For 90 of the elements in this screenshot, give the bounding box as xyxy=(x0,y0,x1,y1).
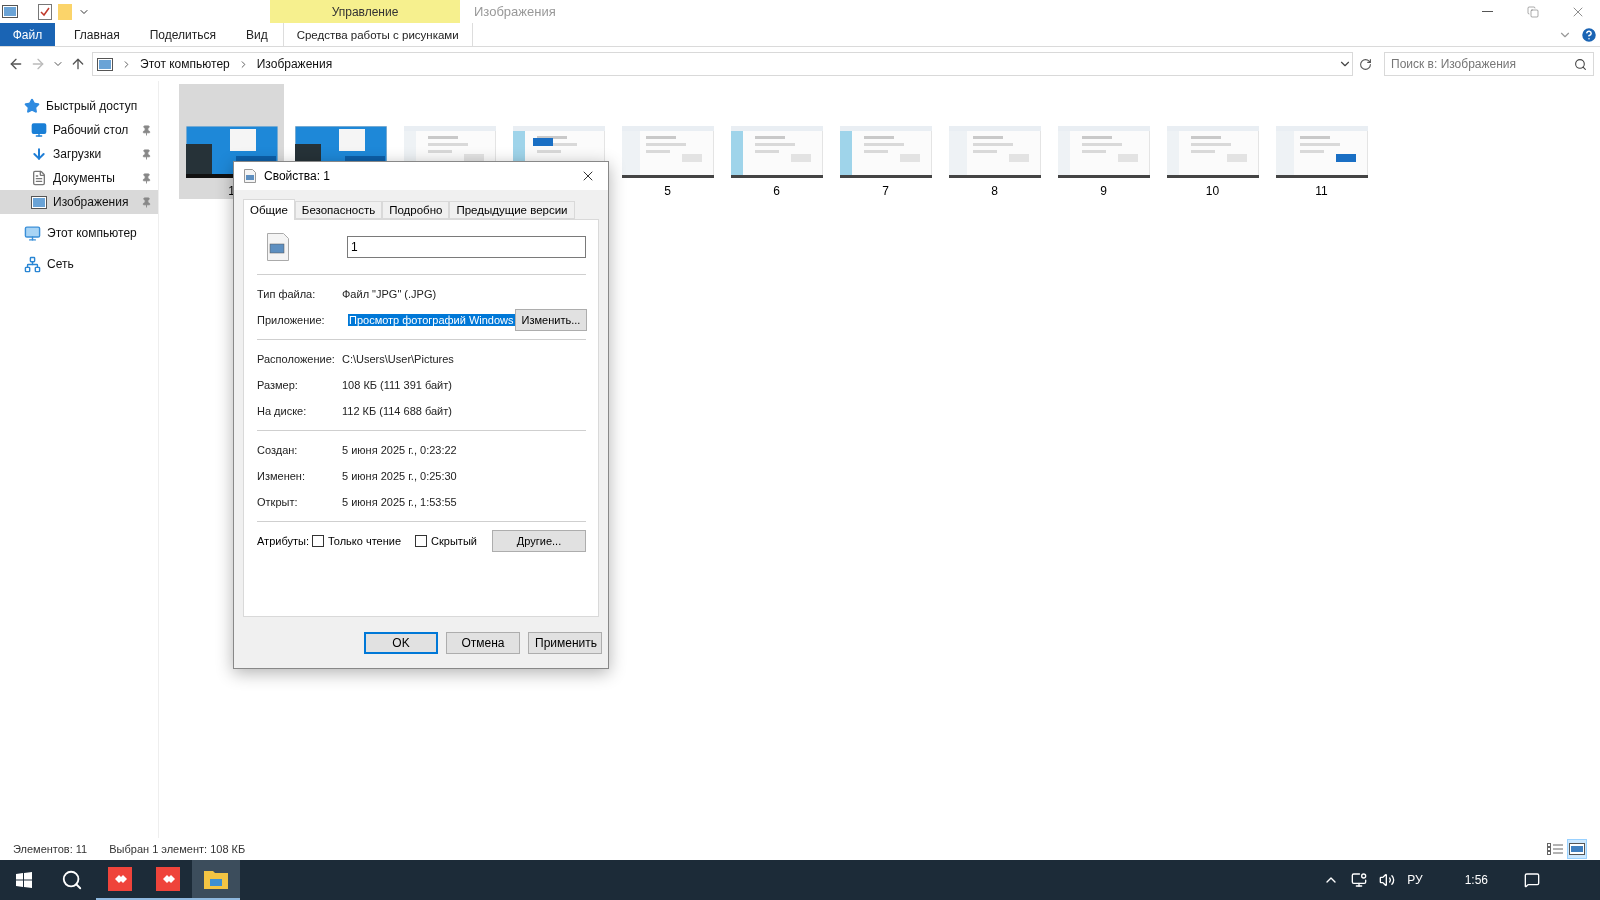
property-label: На диске: xyxy=(257,405,308,417)
property-label: Приложение: xyxy=(257,314,326,326)
notifications-icon[interactable] xyxy=(1524,872,1540,888)
sidebar-item[interactable]: Изображения xyxy=(0,190,158,214)
property-value: 108 КБ (111 391 байт) xyxy=(342,379,452,391)
file-name: 6 xyxy=(773,184,780,198)
property-value: 5 июня 2025 г., 1:53:55 xyxy=(342,496,457,508)
refresh-icon[interactable] xyxy=(1359,57,1372,71)
attributes-label: Атрибуты: xyxy=(257,535,309,547)
selection-info: Выбран 1 элемент: 108 КБ xyxy=(109,843,246,855)
ribbon-tab[interactable]: Вид xyxy=(230,23,283,46)
window-title: Изображения xyxy=(473,3,557,21)
folder-icon xyxy=(204,869,228,889)
checkbox-label[interactable]: Только чтение xyxy=(327,535,402,547)
property-value: 112 КБ (114 688 байт) xyxy=(342,405,452,417)
dialog-tab[interactable]: Безопасность xyxy=(294,201,383,219)
property-value: C:\Users\User\Pictures xyxy=(342,353,454,365)
image-icon xyxy=(97,57,113,71)
property-label: Тип файла: xyxy=(257,288,317,300)
file-icon xyxy=(244,169,256,183)
dialog-button[interactable]: OK xyxy=(364,631,438,654)
app-icon xyxy=(156,867,180,891)
breadcrumb[interactable]: Изображения xyxy=(256,57,333,71)
dialog-tab[interactable]: Общие xyxy=(243,199,295,220)
app-name: Просмотр фотографий Windows xyxy=(348,314,515,326)
search-icon xyxy=(61,869,83,891)
context-tab-group: Управление xyxy=(270,0,460,23)
sidebar-item[interactable]: Рабочий стол xyxy=(0,118,158,142)
property-value: 5 июня 2025 г., 0:25:30 xyxy=(342,470,457,482)
change-button[interactable]: Изменить... xyxy=(514,309,587,331)
property-label: Расположение: xyxy=(257,353,336,365)
monitor-icon xyxy=(31,122,47,138)
thumbnail-view-icon xyxy=(1569,843,1585,855)
ribbon-tab[interactable]: Поделиться xyxy=(134,23,231,46)
network-icon xyxy=(24,255,41,273)
sidebar-item[interactable]: Этот компьютер xyxy=(0,221,158,245)
dialog-tab[interactable]: Предыдущие версии xyxy=(449,201,575,219)
ribbon-tab[interactable]: Главная xyxy=(59,23,135,46)
search-field[interactable]: Поиск в: Изображения xyxy=(1384,52,1594,76)
property-value: Файл "JPG" (.JPG) xyxy=(342,288,437,300)
property-label: Создан: xyxy=(257,444,299,456)
image-icon xyxy=(31,195,47,209)
minimize-icon xyxy=(1482,11,1493,12)
back-icon[interactable] xyxy=(8,56,24,72)
file-icon xyxy=(267,233,289,261)
ribbon-tab[interactable]: Файл xyxy=(0,23,55,46)
item-count: Элементов: 11 xyxy=(13,843,88,855)
file-name: 8 xyxy=(991,184,998,198)
file-name: 5 xyxy=(664,184,671,198)
file-name: 7 xyxy=(882,184,889,198)
sidebar-item[interactable]: Сеть xyxy=(0,252,158,276)
view-button[interactable] xyxy=(1567,839,1587,859)
property-label: Открыт: xyxy=(257,496,299,508)
help-icon[interactable] xyxy=(1580,25,1598,44)
properties-icon[interactable] xyxy=(38,3,52,20)
sidebar-item[interactable]: Загрузки xyxy=(0,142,158,166)
clock[interactable]: 1:56 xyxy=(1464,873,1488,887)
windows-icon xyxy=(16,872,32,888)
dialog-title: Свойства: 1 xyxy=(264,169,332,183)
sidebar-item[interactable]: Быстрый доступ xyxy=(0,94,158,118)
sidebar-item[interactable]: Документы xyxy=(0,166,158,190)
file-name: 11 xyxy=(1315,184,1328,198)
computer-icon xyxy=(24,224,41,242)
file-name: 10 xyxy=(1205,184,1220,198)
download-icon xyxy=(31,146,47,162)
star-icon xyxy=(24,98,40,114)
dialog-button[interactable]: Применить xyxy=(528,631,602,654)
property-value: 5 июня 2025 г., 0:23:22 xyxy=(342,444,457,456)
advanced-button[interactable]: Другие... xyxy=(492,530,586,552)
ribbon-tab[interactable]: Средства работы с рисунками xyxy=(282,23,473,46)
checkbox[interactable] xyxy=(311,535,324,547)
network-icon[interactable] xyxy=(1351,872,1368,888)
breadcrumb[interactable]: Этот компьютер xyxy=(140,57,230,71)
language-indicator[interactable]: РУ xyxy=(1407,873,1423,887)
address-bar[interactable]: Этот компьютер Изображения xyxy=(92,52,1353,76)
details-view-icon xyxy=(1547,843,1563,855)
restore-icon xyxy=(1526,5,1539,18)
property-label: Изменен: xyxy=(257,470,306,482)
search-icon xyxy=(1574,57,1587,71)
dialog-button[interactable]: Отмена xyxy=(446,631,520,654)
file-name: 9 xyxy=(1100,184,1107,198)
volume-icon[interactable] xyxy=(1379,872,1396,888)
up-icon[interactable] xyxy=(70,56,86,72)
document-icon xyxy=(31,170,47,186)
dialog-tab[interactable]: Подробно xyxy=(382,201,450,219)
checkbox-label[interactable]: Скрытый xyxy=(431,535,477,547)
file-name-field[interactable]: 1 xyxy=(347,236,586,258)
property-label: Размер: xyxy=(257,379,299,391)
app-icon xyxy=(108,867,132,891)
checkbox[interactable] xyxy=(415,535,428,547)
